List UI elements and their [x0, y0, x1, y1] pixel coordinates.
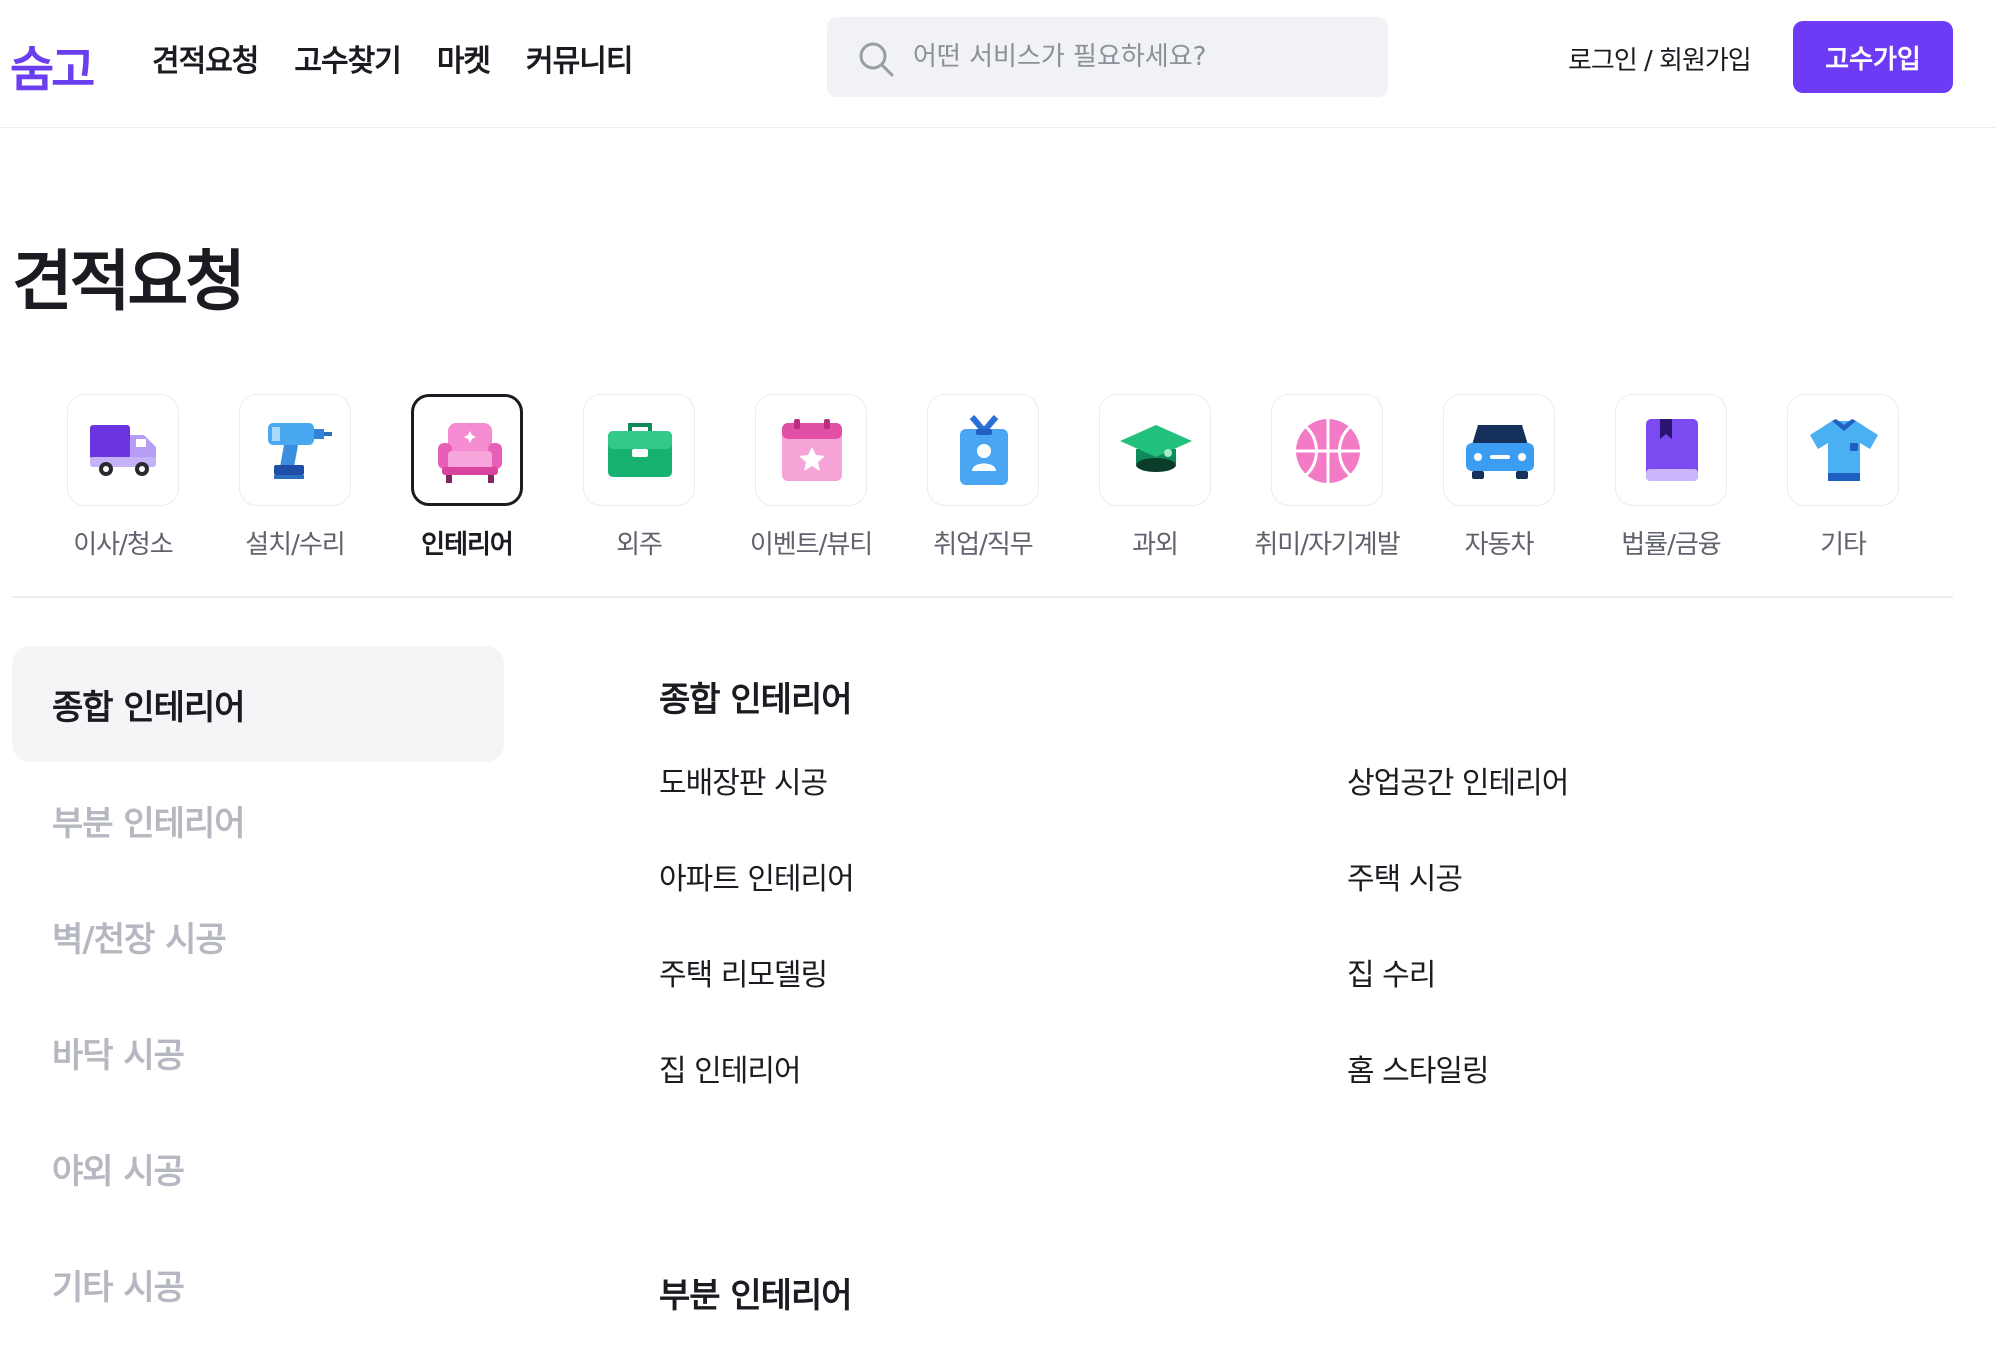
category-hobby-selfdev[interactable]: 취미/자기계발 [1254, 392, 1406, 562]
sidebar-item-wall-ceiling[interactable]: 벽/천장 시공 [12, 878, 504, 994]
category-moving-cleaning[interactable]: 이사/청소 [52, 392, 202, 562]
service-link[interactable]: 도배장판 시공 [659, 758, 1347, 854]
pro-signup-button[interactable]: 고수가입 [1793, 21, 1953, 93]
service-link[interactable]: 아파트 인테리어 [659, 854, 1347, 950]
category-icon-box [1443, 394, 1555, 506]
nav-quote-request[interactable]: 견적요청 [152, 36, 259, 80]
truck-icon [90, 425, 156, 476]
service-link[interactable]: 주택 리모델링 [659, 950, 1347, 1046]
category-car[interactable]: 자동차 [1428, 392, 1578, 562]
basketball-icon [1296, 419, 1360, 483]
service-link[interactable]: 주택 시공 [1347, 854, 1947, 950]
soomgo-logo[interactable]: 숨고 [10, 30, 95, 100]
category-outsourcing[interactable]: 외주 [568, 392, 718, 562]
category-icon-box [927, 394, 1039, 506]
category-icon-box [1615, 394, 1727, 506]
search-input[interactable] [913, 17, 1373, 97]
category-install-repair[interactable]: 설치/수리 [224, 392, 374, 562]
calendar-star-icon [782, 419, 842, 481]
id-badge-icon [960, 415, 1008, 485]
nav-market[interactable]: 마켓 [437, 36, 491, 80]
category-event-beauty[interactable]: 이벤트/뷰티 [740, 392, 890, 562]
nav-find-pro[interactable]: 고수찾기 [294, 36, 401, 80]
category-list: 이사/청소 설치/수리 인테리어 외주 이벤트/뷰티 취업/직무 과외 취미/자… [52, 392, 1952, 562]
category-etc[interactable]: 기타 [1772, 392, 1922, 562]
sidebar-item-floor[interactable]: 바닥 시공 [12, 994, 504, 1110]
car-icon [1466, 425, 1534, 479]
category-interior[interactable]: 인테리어 [396, 392, 546, 562]
book-icon [1646, 419, 1698, 481]
service-grid: 도배장판 시공 상업공간 인테리어 아파트 인테리어 주택 시공 주택 리모델링… [659, 758, 1959, 1142]
category-icon-box [1271, 394, 1383, 506]
category-icon-box [755, 394, 867, 506]
service-link[interactable]: 상업공간 인테리어 [1347, 758, 1947, 854]
category-icon-box [411, 394, 523, 506]
service-link[interactable]: 집 인테리어 [659, 1046, 1347, 1142]
drill-icon [268, 423, 332, 479]
search-bar [827, 17, 1388, 97]
section-title: 종합 인테리어 [659, 680, 853, 720]
armchair-icon [438, 423, 502, 483]
page-title: 견적요청 [12, 243, 246, 320]
sidebar-item-general-interior[interactable]: 종합 인테리어 [12, 646, 504, 762]
category-law-finance[interactable]: 법률/금융 [1600, 392, 1750, 562]
service-link[interactable]: 집 수리 [1347, 950, 1947, 1046]
graduation-cap-icon [1120, 425, 1192, 472]
service-link[interactable]: 홈 스타일링 [1347, 1046, 1947, 1142]
sidebar-item-outdoor[interactable]: 야외 시공 [12, 1110, 504, 1226]
category-career-job[interactable]: 취업/직무 [912, 392, 1062, 562]
category-icon-box [583, 394, 695, 506]
category-tutoring[interactable]: 과외 [1084, 392, 1234, 562]
service-list-section: 종합 인테리어 도배장판 시공 상업공간 인테리어 아파트 인테리어 주택 시공… [659, 672, 1959, 1142]
category-divider [12, 596, 1953, 598]
category-label: 기타 [1820, 530, 1867, 560]
top-header: 숨고 견적요청 고수찾기 마켓 커뮤니티 로그인 / 회원가입 고수가입 [0, 0, 1996, 128]
sidebar-item-other-construction[interactable]: 기타 시공 [12, 1226, 504, 1342]
search-icon[interactable] [856, 39, 896, 79]
briefcase-icon [608, 423, 672, 477]
category-icon-box [67, 394, 179, 506]
main-nav: 견적요청 고수찾기 마켓 커뮤니티 [152, 36, 668, 80]
nav-community[interactable]: 커뮤니티 [526, 36, 633, 80]
category-icon-box [1099, 394, 1211, 506]
sidebar-item-partial-interior[interactable]: 부분 인테리어 [12, 762, 504, 878]
category-icon-box [239, 394, 351, 506]
subcategory-sidebar: 종합 인테리어 부분 인테리어 벽/천장 시공 바닥 시공 야외 시공 기타 시… [12, 646, 504, 1342]
section-title: 부분 인테리어 [659, 1276, 853, 1316]
shirt-icon [1810, 419, 1878, 481]
login-signup-link[interactable]: 로그인 / 회원가입 [1568, 40, 1752, 77]
category-icon-box [1787, 394, 1899, 506]
